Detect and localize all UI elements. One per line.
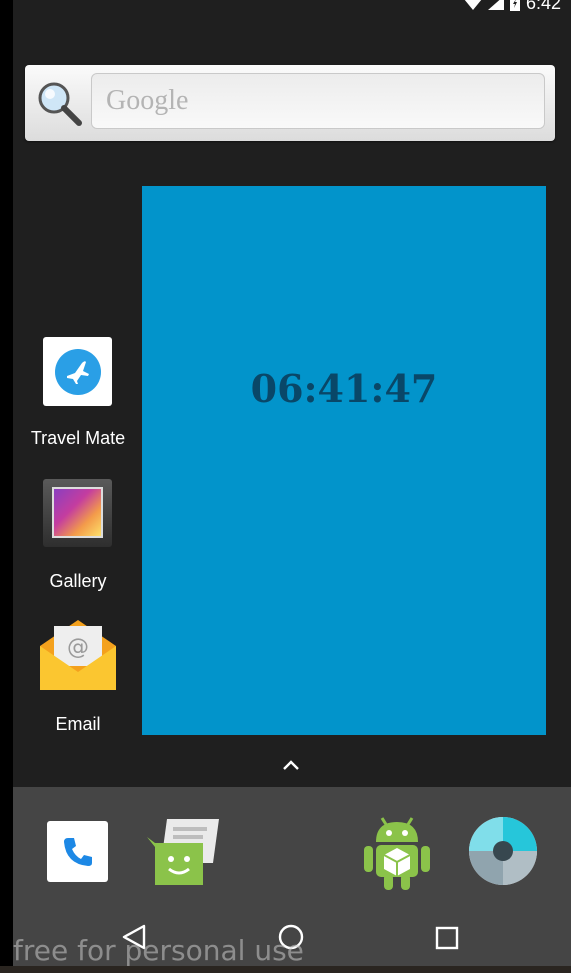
travel-mate-label-wrap: Travel Mate xyxy=(13,428,143,449)
gallery-app-icon[interactable] xyxy=(43,479,112,547)
gallery-label-wrap: Gallery xyxy=(13,571,143,592)
clock-widget[interactable]: 06:41:47 xyxy=(142,186,546,735)
clock-time: 06:41:47 xyxy=(250,366,438,411)
email-app-icon[interactable]: @ xyxy=(38,620,118,692)
gallery-icon xyxy=(52,487,103,538)
google-search-widget[interactable]: Google xyxy=(25,65,555,141)
search-placeholder: Google xyxy=(106,85,189,116)
email-envelope-icon: @ xyxy=(40,620,116,690)
svg-text:@: @ xyxy=(67,635,89,660)
status-icons: 6:42 xyxy=(464,0,561,13)
screen-edge xyxy=(0,0,13,973)
wifi-icon xyxy=(464,0,482,10)
phone-app-icon[interactable] xyxy=(47,821,108,882)
signal-icon xyxy=(487,0,504,10)
search-input[interactable]: Google xyxy=(91,73,545,129)
travel-mate-label: Travel Mate xyxy=(30,428,126,448)
status-bar: 6:42 xyxy=(13,0,571,16)
gallery-label: Gallery xyxy=(49,571,107,591)
messaging-icon[interactable] xyxy=(147,817,223,887)
status-time: 6:42 xyxy=(525,0,561,13)
magnifier-icon[interactable] xyxy=(35,79,85,129)
watermark-text: free for personal use xyxy=(13,934,304,967)
battery-icon xyxy=(509,0,520,11)
android-apk-icon[interactable] xyxy=(362,814,432,890)
phone-icon xyxy=(63,837,92,866)
recents-icon[interactable] xyxy=(435,926,459,950)
email-label: Email xyxy=(55,714,101,734)
email-label-wrap: Email xyxy=(13,714,143,735)
all-apps-chevron-up-icon[interactable] xyxy=(278,755,304,775)
camera-shutter-icon[interactable] xyxy=(468,816,538,886)
airplane-icon xyxy=(54,348,101,395)
travel-mate-app-icon[interactable] xyxy=(43,337,112,406)
bottom-strip xyxy=(0,966,571,973)
